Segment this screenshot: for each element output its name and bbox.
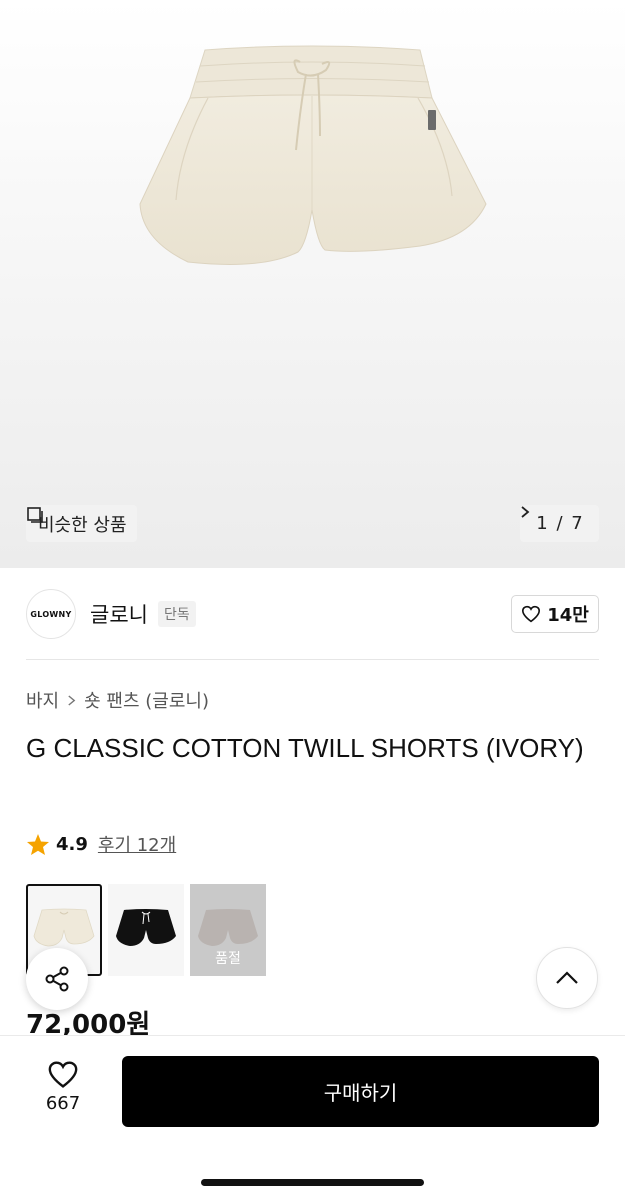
reviews-link[interactable]: 후기 12개	[98, 831, 176, 857]
brand-logo-text: GLOWNY	[30, 609, 72, 619]
similar-products-label: 비슷한 상품	[38, 514, 127, 536]
scroll-to-top-button[interactable]	[536, 947, 598, 1009]
purchase-bar: 667 구매하기	[0, 1035, 625, 1200]
heart-icon	[48, 1061, 78, 1088]
home-indicator	[201, 1179, 424, 1186]
image-pager[interactable]: 1 / 7	[520, 505, 599, 542]
breadcrumb-category[interactable]: 바지	[26, 687, 59, 713]
chevron-right-icon	[521, 506, 530, 518]
similar-items-icon	[27, 507, 43, 523]
like-count: 667	[45, 1093, 81, 1114]
soldout-label: 품절	[215, 951, 241, 967]
rating-score: 4.9	[56, 833, 88, 855]
brand-favorite-button[interactable]: 14만	[511, 595, 599, 633]
color-option-grey[interactable]: 품절	[190, 884, 266, 976]
breadcrumb-subcategory[interactable]: 숏 팬츠 (글로니)	[84, 687, 209, 713]
exclusive-badge: 단독	[157, 601, 196, 627]
brand-favorite-count: 14만	[547, 605, 589, 626]
buy-button[interactable]: 구매하기	[122, 1056, 599, 1127]
chevron-right-icon	[68, 694, 76, 706]
brand-row: GLOWNY 글로니 단독 14만	[26, 588, 599, 640]
color-option-black[interactable]	[108, 884, 184, 976]
chevron-up-icon	[556, 971, 578, 984]
product-image	[139, 45, 487, 265]
swatch-thumbnail	[116, 909, 176, 946]
rating-row: 4.9 후기 12개	[26, 831, 176, 857]
share-button[interactable]	[26, 948, 88, 1010]
similar-products-button[interactable]: 비슷한 상품	[26, 505, 137, 542]
heart-icon	[522, 605, 541, 623]
pager-separator: /	[556, 513, 563, 534]
share-icon	[45, 966, 69, 992]
pager-total: 7	[571, 513, 583, 534]
product-image-gallery[interactable]: 비슷한 상품 1 / 7	[0, 0, 625, 568]
product-title: G CLASSIC COTTON TWILL SHORTS (IVORY)	[26, 733, 584, 763]
brand-name[interactable]: 글로니	[90, 599, 148, 629]
star-icon	[27, 833, 49, 855]
divider	[26, 659, 599, 660]
breadcrumb: 바지 숏 팬츠 (글로니)	[26, 687, 209, 713]
brand-logo[interactable]: GLOWNY	[26, 589, 76, 639]
pager-current: 1	[536, 513, 548, 534]
like-button[interactable]: 667	[30, 1060, 96, 1114]
